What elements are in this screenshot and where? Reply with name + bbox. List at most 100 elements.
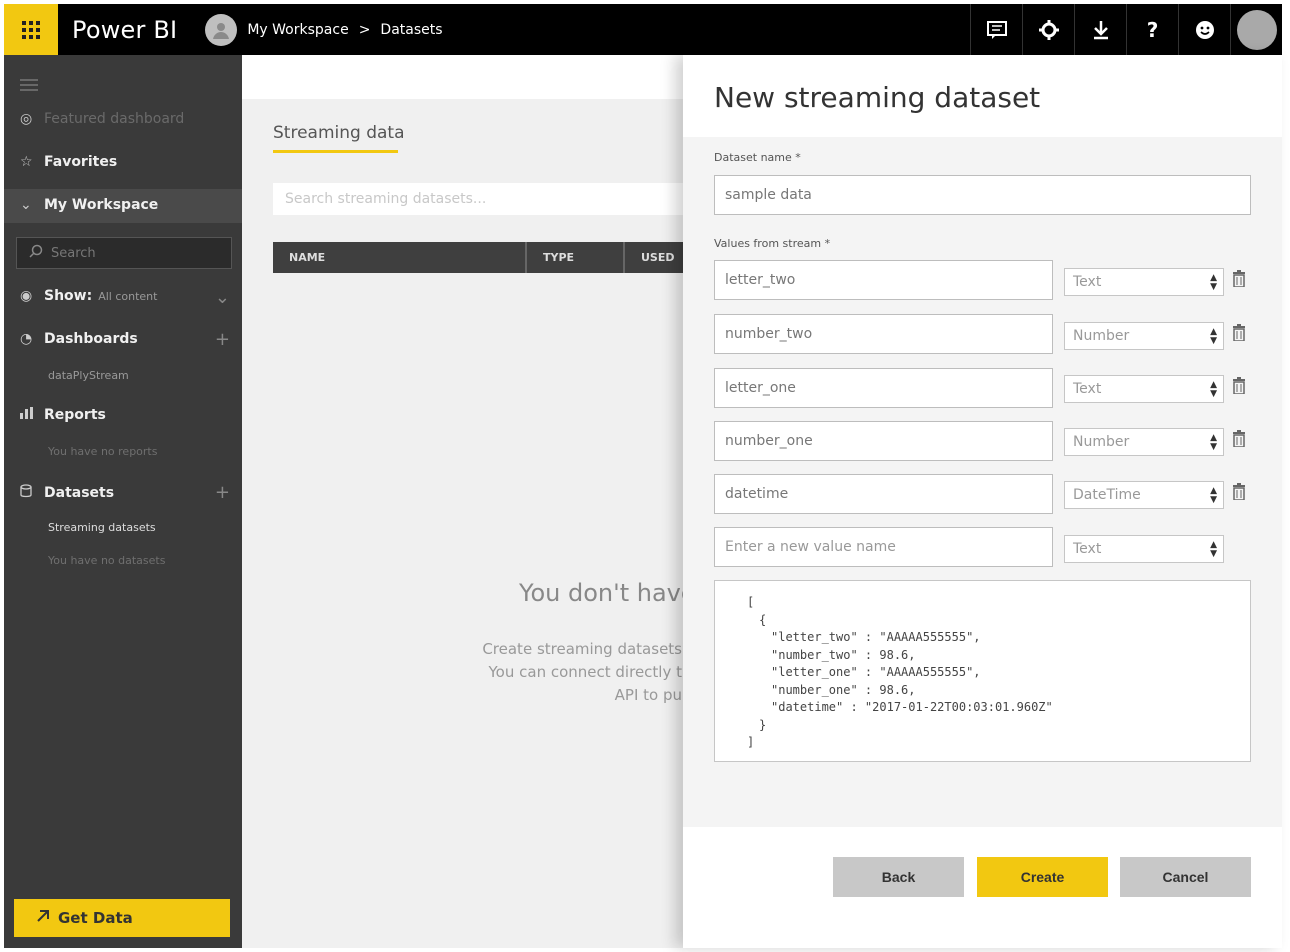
sidebar-item-dashboards[interactable]: ◔ Dashboards [20, 331, 138, 347]
json-line: ] [747, 735, 755, 749]
search-placeholder: Search [51, 245, 96, 261]
trash-icon[interactable] [1232, 430, 1246, 448]
value-type-selected: Number [1073, 328, 1130, 344]
create-button[interactable]: Create [977, 857, 1108, 897]
show-label: Show: [44, 288, 93, 304]
get-data-label: Get Data [58, 909, 133, 927]
trash-icon[interactable] [1232, 483, 1246, 501]
value-name-input[interactable]: letter_one [714, 368, 1053, 408]
reports-empty-text: You have no reports [48, 445, 158, 458]
eye-icon: ◉ [20, 288, 33, 304]
new-value-type-select[interactable]: Text ▲ ▼ [1064, 535, 1224, 563]
value-type-select[interactable]: Number ▲ ▼ [1064, 428, 1224, 456]
column-header-type[interactable]: TYPE [527, 242, 625, 273]
show-value: All content [98, 289, 158, 303]
user-avatar-icon [1236, 9, 1277, 50]
sidebar-item-label: Featured dashboard [44, 111, 185, 127]
select-arrows-icon: ▲ ▼ [1210, 273, 1217, 292]
value-name-input[interactable]: datetime [714, 474, 1053, 514]
trash-icon[interactable] [1232, 377, 1246, 395]
select-arrows-icon: ▲ ▼ [1210, 380, 1217, 399]
sidebar-item-label: Favorites [44, 154, 118, 170]
top-bar: Power BI My Workspace > Datasets ? [4, 4, 1282, 55]
get-data-button[interactable]: Get Data [14, 899, 230, 937]
dataset-name-input[interactable]: sample data [714, 175, 1251, 215]
help-icon[interactable]: ? [1126, 4, 1178, 55]
json-line: "number_one" : 98.6, [771, 683, 916, 697]
sidebar-item-label: Dashboards [44, 331, 138, 347]
sidebar-item-label: Datasets [44, 485, 115, 501]
datasets-empty-text: You have no datasets [48, 554, 166, 567]
json-line: { [759, 613, 767, 627]
sidebar: ◎ Featured dashboard ☆ Favorites ⌄ My Wo… [4, 55, 242, 948]
empty-state-line: API to pu [614, 686, 682, 704]
database-icon [20, 484, 38, 502]
show-chevron-icon[interactable]: ⌄ [215, 287, 230, 308]
dashboard-item[interactable]: dataPlyStream [48, 369, 129, 382]
workspace-avatar-icon [205, 13, 238, 46]
bar-chart-icon [20, 407, 38, 423]
sidebar-item-my-workspace[interactable]: ⌄ My Workspace [20, 197, 158, 213]
featured-icon: ◎ [20, 111, 33, 127]
value-type-select[interactable]: Text ▲ ▼ [1064, 375, 1224, 403]
json-line: "letter_one" : "AAAAA555555", [771, 665, 981, 679]
value-type-selected: Text [1073, 381, 1102, 397]
streaming-datasets-link[interactable]: Streaming datasets [48, 521, 156, 534]
sidebar-search-input[interactable]: Search [16, 237, 232, 269]
cancel-button[interactable]: Cancel [1120, 857, 1251, 897]
new-value-name-input[interactable]: Enter a new value name [714, 527, 1053, 567]
value-name-input[interactable]: number_one [714, 421, 1053, 461]
sidebar-item-datasets[interactable]: Datasets [20, 484, 114, 502]
sidebar-item-favorites[interactable]: ☆ Favorites [20, 154, 117, 170]
dataset-name-label: Dataset name * [714, 151, 801, 164]
gear-icon[interactable] [1022, 4, 1074, 55]
breadcrumb-separator: > [358, 21, 371, 38]
breadcrumb-datasets[interactable]: Datasets [380, 22, 442, 38]
json-line: [ [747, 595, 755, 609]
panel-title: New streaming dataset [714, 81, 1041, 114]
brand-title: Power BI [72, 15, 178, 44]
trash-icon[interactable] [1232, 324, 1246, 342]
star-icon: ☆ [20, 154, 33, 170]
feedback-smiley-icon[interactable] [1178, 4, 1230, 55]
hamburger-icon[interactable] [20, 79, 38, 91]
back-button[interactable]: Back [833, 857, 964, 897]
section-title-underline [273, 150, 398, 153]
sidebar-item-featured[interactable]: ◎ Featured dashboard [20, 111, 184, 127]
user-avatar-button[interactable] [1230, 4, 1282, 55]
value-type-select[interactable]: Text ▲ ▼ [1064, 268, 1224, 296]
value-type-selected: Number [1073, 434, 1130, 450]
select-arrows-icon: ▲ ▼ [1210, 433, 1217, 452]
add-dataset-icon[interactable]: + [215, 482, 230, 503]
chevron-down-icon: ⌄ [20, 197, 32, 213]
value-name-input[interactable]: number_two [714, 314, 1053, 354]
json-line: "datetime" : "2017-01-22T00:03:01.960Z" [771, 700, 1053, 714]
empty-state-line: You can connect directly t [488, 663, 682, 681]
app-launcher-icon[interactable] [4, 4, 58, 55]
json-line: } [759, 718, 767, 732]
value-type-selected: Text [1073, 274, 1102, 290]
add-dashboard-icon[interactable]: + [215, 329, 230, 350]
sidebar-item-reports[interactable]: Reports [20, 407, 106, 423]
value-type-selected: Text [1073, 541, 1102, 557]
new-streaming-dataset-panel: New streaming dataset Dataset name * sam… [683, 55, 1282, 948]
dashboard-icon: ◔ [20, 331, 33, 347]
sidebar-item-label: Reports [44, 407, 106, 423]
value-type-select[interactable]: DateTime ▲ ▼ [1064, 481, 1224, 509]
sidebar-item-show[interactable]: ◉ Show: All content [20, 288, 157, 304]
value-type-select[interactable]: Number ▲ ▼ [1064, 322, 1224, 350]
value-name-input[interactable]: letter_two [714, 260, 1053, 300]
sidebar-item-label: My Workspace [44, 197, 159, 213]
search-placeholder: Search streaming datasets... [285, 191, 487, 207]
select-arrows-icon: ▲ ▼ [1210, 327, 1217, 346]
select-arrows-icon: ▲ ▼ [1210, 486, 1217, 505]
column-header-name[interactable]: NAME [273, 242, 527, 273]
empty-state-line: Create streaming datasets [482, 640, 682, 658]
notifications-icon[interactable] [970, 4, 1022, 55]
json-line: "letter_two" : "AAAAA555555", [771, 630, 981, 644]
breadcrumb-my-workspace[interactable]: My Workspace [247, 22, 348, 38]
value-type-selected: DateTime [1073, 487, 1141, 503]
trash-icon[interactable] [1232, 270, 1246, 288]
json-line: "number_two" : 98.6, [771, 648, 916, 662]
download-icon[interactable] [1074, 4, 1126, 55]
